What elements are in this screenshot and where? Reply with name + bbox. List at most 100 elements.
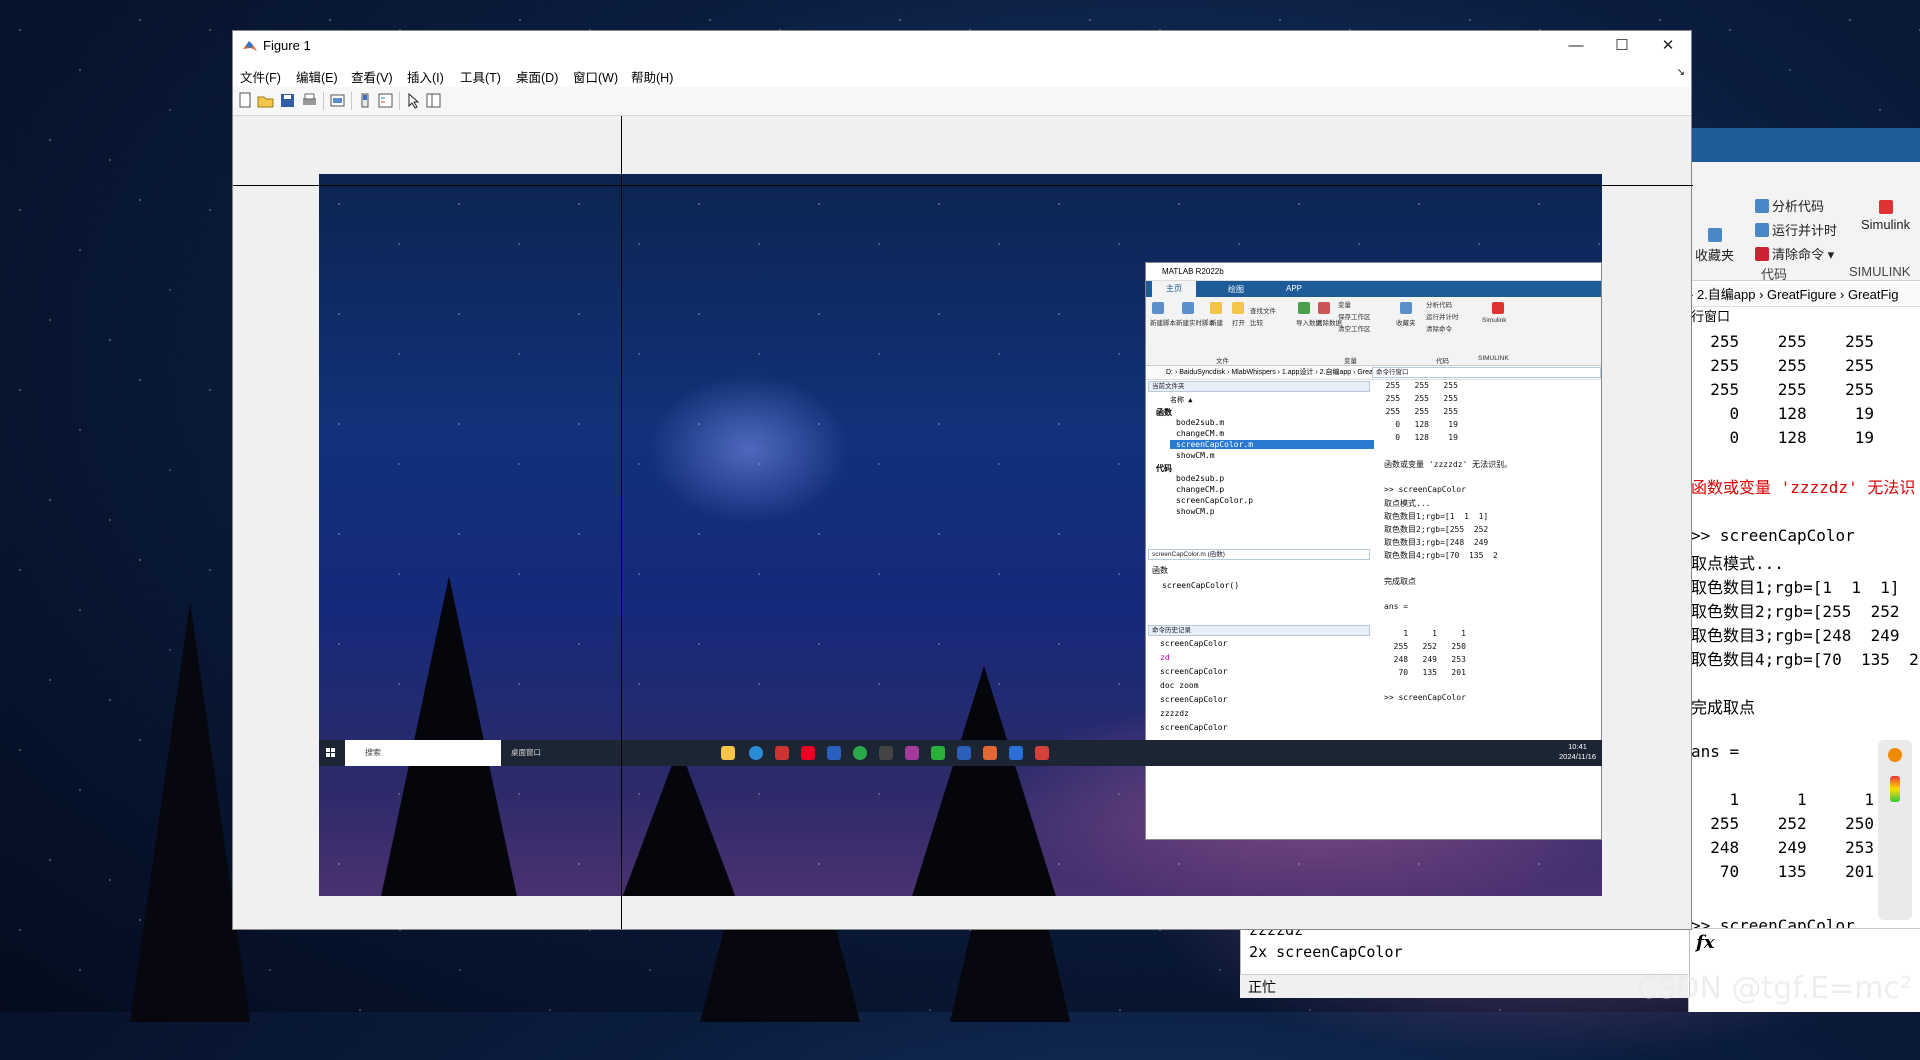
app-icon — [775, 746, 789, 760]
bg-cmd-line: 取色数目4;rgb=[70 135 2 — [1691, 650, 1919, 669]
legend-icon[interactable] — [377, 92, 394, 109]
captured-taskbar: 搜索 桌面窗口 10:41 2024/11/16 — [319, 740, 1602, 766]
bg-done-text: 完成取点 — [1691, 698, 1756, 717]
captured-tabstrip: 主页 绘图 APP — [1146, 281, 1601, 297]
bg-favorites-button[interactable]: 收藏夹 — [1695, 228, 1734, 264]
bg-group-simulink: SIMULINK — [1849, 264, 1911, 279]
captured-ans-row: 70 135 201 — [1384, 668, 1466, 677]
captured-history-item: doc zoom — [1160, 681, 1199, 690]
import-icon — [1298, 302, 1310, 314]
captured-rb-label: 比较 — [1250, 320, 1263, 327]
menu-edit[interactable]: 编辑(E) — [296, 67, 338, 86]
captured-cmd-row: 255 255 255 — [1376, 407, 1458, 416]
captured-title: MATLAB R2022b — [1146, 263, 1601, 281]
captured-ans-label: ans = — [1384, 602, 1409, 611]
captured-cmd-line: 取色数目4;rgb=[70 135 2 — [1384, 551, 1498, 560]
figure-titlebar[interactable]: Figure 1 — ☐ ✕ — [233, 31, 1691, 61]
maximize-button[interactable]: ☐ — [1599, 31, 1645, 61]
new-live-script-icon — [1182, 302, 1194, 314]
figure-title: Figure 1 — [263, 38, 311, 53]
captured-rb-label: 分析代码 — [1426, 302, 1452, 309]
bg-clear-commands-button[interactable]: 清除命令 ▾ — [1755, 244, 1834, 263]
captured-date: 2024/11/16 — [1559, 752, 1596, 761]
captured-history-item: screenCapColor — [1160, 639, 1228, 648]
floating-side-widget[interactable] — [1878, 740, 1912, 920]
bg-favorites-label: 收藏夹 — [1695, 248, 1735, 263]
captured-ribbon: 新建脚本 新建实时脚本 新建 打开 查找文件 比较 导入数据 清除数据 变量 保… — [1146, 297, 1601, 366]
favorites-icon — [1400, 302, 1412, 314]
menu-view[interactable]: 查看(V) — [351, 67, 393, 86]
crosshair-horizontal — [233, 185, 1693, 186]
bg-row: 0 128 19 — [1691, 404, 1875, 423]
explorer-icon — [721, 746, 735, 760]
bg-ans-row: 255 252 250 — [1691, 814, 1875, 833]
print-icon[interactable] — [301, 92, 318, 109]
close-button[interactable]: ✕ — [1645, 31, 1691, 61]
captured-rb-label: 新建 — [1210, 320, 1223, 327]
captured-task-label: 桌面窗口 — [511, 748, 541, 757]
app-icon — [1009, 746, 1023, 760]
bg-ribbon-tabstrip — [1689, 128, 1920, 162]
menu-insert[interactable]: 插入(I) — [407, 67, 444, 86]
captured-history-item: screenCapColor — [1160, 723, 1228, 732]
captured-tree — [909, 666, 1059, 896]
new-figure-icon[interactable] — [237, 92, 254, 109]
property-editor-icon[interactable] — [425, 92, 442, 109]
minimize-button[interactable]: — — [1553, 31, 1599, 61]
bg-window-label: 行窗口 — [1691, 309, 1731, 324]
bg-fx-icon: fx — [1688, 928, 1920, 956]
figure-window[interactable]: Figure 1 — ☐ ✕ 文件(F) 编辑(E) 查看(V) 插入(I) 工… — [232, 30, 1693, 930]
captured-file-selected: screenCapColor.m — [1170, 440, 1374, 449]
menu-desktop[interactable]: 桌面(D) — [516, 67, 558, 86]
captured-file: changeCM.m — [1176, 429, 1225, 438]
pointer-icon[interactable] — [405, 92, 422, 109]
clean-data-icon — [1318, 302, 1330, 314]
bg-analyze-label: 分析代码 — [1772, 199, 1825, 214]
captured-search-box: 搜索 — [345, 740, 501, 766]
toolbar-separator — [351, 92, 352, 110]
open-file-icon[interactable] — [257, 92, 274, 109]
figure-canvas[interactable]: MATLAB R2022b 主页 绘图 APP 新建脚本 新建实时脚本 新建 打… — [233, 116, 1693, 929]
menu-file[interactable]: 文件(F) — [240, 67, 281, 86]
youdao-icon — [801, 746, 815, 760]
captured-tree — [619, 746, 739, 896]
captured-file: showCM.p — [1176, 507, 1215, 516]
captured-rb-label: 打开 — [1232, 320, 1245, 327]
bg-run-time-button[interactable]: 运行并计时 — [1755, 220, 1837, 239]
link-plot-icon[interactable] — [329, 92, 346, 109]
bg-path-bar[interactable]: › 2.自编app › GreatFigure › GreatFig — [1689, 284, 1920, 307]
captured-details-header: screenCapColor.m (函数) — [1148, 549, 1370, 560]
bg-cmd-line: 取点模式... — [1691, 554, 1784, 573]
captured-history-item: zd — [1160, 653, 1170, 662]
menu-help[interactable]: 帮助(H) — [631, 67, 673, 86]
watermark: CSDN @tgf.E=mc² — [1636, 971, 1912, 1006]
new-icon — [1210, 302, 1222, 314]
captured-cmd-row: 255 255 255 — [1376, 381, 1458, 390]
figure-menubar: 文件(F) 编辑(E) 查看(V) 插入(I) 工具(T) 桌面(D) 窗口(W… — [233, 61, 1691, 87]
windows-start-icon — [326, 748, 335, 757]
bg-simulink-button[interactable]: Simulink — [1861, 200, 1910, 232]
captured-ans-row: 255 252 250 — [1384, 642, 1466, 651]
bg-history-item[interactable]: 2x screenCapColor — [1249, 943, 1403, 961]
captured-screenshot-image[interactable]: MATLAB R2022b 主页 绘图 APP 新建脚本 新建实时脚本 新建 打… — [319, 174, 1602, 896]
captured-file: changeCM.p — [1176, 485, 1225, 494]
bg-analyze-code-button[interactable]: 分析代码 — [1755, 196, 1824, 215]
captured-ans-row: 248 249 253 — [1384, 655, 1466, 664]
toolbar-separator — [399, 92, 400, 110]
captured-details-title: 函数 — [1152, 566, 1168, 575]
dock-arrow-icon[interactable]: ↘ — [1677, 67, 1685, 78]
menu-window[interactable]: 窗口(W) — [573, 67, 618, 86]
bg-row: 255 255 255 — [1691, 332, 1875, 351]
crosshair-vertical — [621, 116, 622, 929]
colorbar-icon[interactable] — [357, 92, 374, 109]
captured-group-code: 代码 — [1156, 464, 1172, 473]
app-icon — [879, 746, 893, 760]
save-icon[interactable] — [279, 92, 296, 109]
app-icon — [1035, 746, 1049, 760]
bg-cmd-line: 取色数目2;rgb=[255 252 — [1691, 602, 1900, 621]
bg-row: 0 128 19 — [1691, 428, 1875, 447]
captured-group-label: SIMULINK — [1478, 355, 1509, 362]
run-time-icon — [1755, 222, 1769, 237]
menu-tools[interactable]: 工具(T) — [460, 67, 501, 86]
captured-tab-home: 主页 — [1152, 281, 1196, 297]
